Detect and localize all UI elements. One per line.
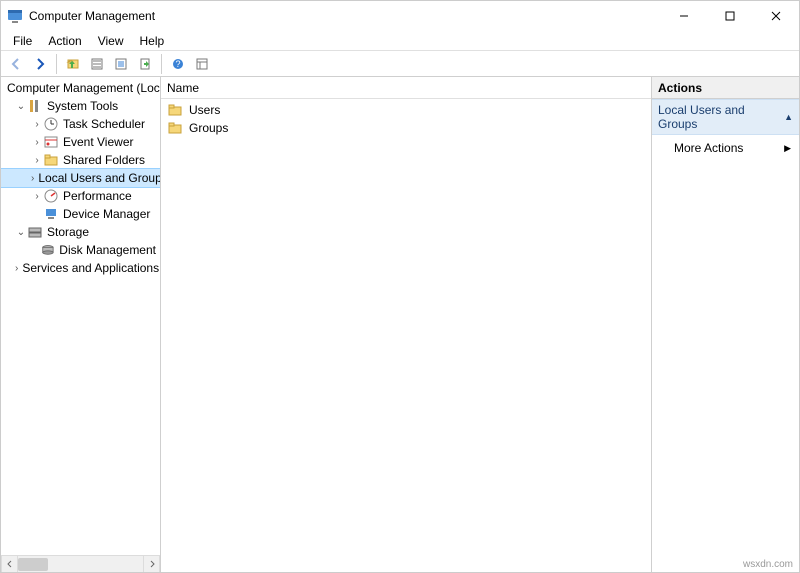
- disk-management-icon: [41, 242, 55, 258]
- system-tools-icon: [27, 98, 43, 114]
- tree-system-tools[interactable]: ⌄ System Tools: [1, 97, 160, 115]
- tree-label: Event Viewer: [63, 135, 133, 149]
- tree-label: Shared Folders: [63, 153, 145, 167]
- toolbar-separator: [56, 54, 57, 74]
- list-item-groups[interactable]: Groups: [161, 119, 651, 137]
- tree-event-viewer[interactable]: › Event Viewer: [1, 133, 160, 151]
- tree-device-manager[interactable]: Device Manager: [1, 205, 160, 223]
- menu-file[interactable]: File: [5, 32, 40, 50]
- toolbar-help-button[interactable]: ?: [167, 53, 189, 75]
- chevron-right-icon: ›: [31, 119, 43, 130]
- tree-label: Computer Management (Local: [7, 81, 160, 95]
- actions-item-label: More Actions: [674, 141, 743, 155]
- tree-local-users-groups[interactable]: › Local Users and Groups: [1, 169, 160, 187]
- list-header-name[interactable]: Name: [161, 77, 651, 99]
- toolbar-properties-button[interactable]: [86, 53, 108, 75]
- chevron-right-icon: ›: [15, 263, 18, 274]
- tree-panel: Computer Management (Local ⌄ System Tool…: [1, 77, 161, 572]
- tree-label: Device Manager: [63, 207, 150, 221]
- toolbar-forward-button[interactable]: [29, 53, 51, 75]
- titlebar: Computer Management: [1, 1, 799, 31]
- actions-panel: Actions Local Users and Groups ▲ More Ac…: [652, 77, 799, 572]
- device-manager-icon: [43, 206, 59, 222]
- minimize-button[interactable]: [661, 1, 707, 31]
- scroll-track[interactable]: [18, 556, 143, 573]
- tree-scroll-area[interactable]: Computer Management (Local ⌄ System Tool…: [1, 77, 160, 555]
- chevron-right-icon: ›: [31, 191, 43, 202]
- toolbar-export-button[interactable]: [134, 53, 156, 75]
- tree-label: Services and Applications: [22, 261, 159, 275]
- menubar: File Action View Help: [1, 31, 799, 51]
- tree-label: Disk Management: [59, 243, 156, 257]
- main-area: Computer Management (Local ⌄ System Tool…: [1, 77, 799, 572]
- tree-storage[interactable]: ⌄ Storage: [1, 223, 160, 241]
- event-viewer-icon: [43, 134, 59, 150]
- collapse-up-icon: ▲: [784, 112, 793, 122]
- tree-label: Local Users and Groups: [38, 171, 160, 185]
- storage-icon: [27, 224, 43, 240]
- actions-title: Actions: [658, 81, 702, 95]
- list-panel: Name Users Groups: [161, 77, 652, 572]
- window-title: Computer Management: [29, 9, 155, 23]
- tree-label: Storage: [47, 225, 89, 239]
- list-item-label: Groups: [189, 121, 228, 135]
- menu-help[interactable]: Help: [132, 32, 173, 50]
- actions-more-actions[interactable]: More Actions ▶: [652, 135, 799, 161]
- tree-performance[interactable]: › Performance: [1, 187, 160, 205]
- tree-shared-folders[interactable]: › Shared Folders: [1, 151, 160, 169]
- tree-root[interactable]: Computer Management (Local: [1, 79, 160, 97]
- scroll-left-button[interactable]: [1, 556, 18, 573]
- tree-horizontal-scrollbar[interactable]: [1, 555, 160, 572]
- toolbar-back-button[interactable]: [5, 53, 27, 75]
- maximize-button[interactable]: [707, 1, 753, 31]
- toolbar-separator: [161, 54, 162, 74]
- tree-label: System Tools: [47, 99, 118, 113]
- list-body[interactable]: Users Groups: [161, 99, 651, 572]
- tree-label: Task Scheduler: [63, 117, 145, 131]
- performance-icon: [43, 188, 59, 204]
- tree-services-apps[interactable]: › Services and Applications: [1, 259, 160, 277]
- column-header-label: Name: [167, 81, 199, 95]
- scroll-right-button[interactable]: [143, 556, 160, 573]
- chevron-down-icon: ⌄: [15, 227, 27, 238]
- toolbar-up-button[interactable]: [62, 53, 84, 75]
- chevron-right-icon: ▶: [784, 143, 791, 154]
- scroll-thumb[interactable]: [18, 558, 48, 571]
- svg-text:?: ?: [175, 59, 180, 69]
- menu-view[interactable]: View: [90, 32, 132, 50]
- folder-icon: [167, 102, 183, 118]
- toolbar-details-button[interactable]: [191, 53, 213, 75]
- close-button[interactable]: [753, 1, 799, 31]
- tree-label: Performance: [63, 189, 132, 203]
- chevron-down-icon: ⌄: [15, 101, 27, 112]
- menu-action[interactable]: Action: [40, 32, 89, 50]
- tree-task-scheduler[interactable]: › Task Scheduler: [1, 115, 160, 133]
- chevron-right-icon: ›: [31, 137, 43, 148]
- app-icon: [7, 8, 23, 24]
- toolbar: ?: [1, 51, 799, 77]
- shared-folders-icon: [43, 152, 59, 168]
- chevron-right-icon: ›: [31, 173, 34, 184]
- chevron-right-icon: ›: [31, 155, 43, 166]
- actions-header: Actions: [652, 77, 799, 99]
- folder-icon: [167, 120, 183, 136]
- toolbar-refresh-button[interactable]: [110, 53, 132, 75]
- watermark-text: wsxdn.com: [743, 559, 793, 570]
- tree-disk-management[interactable]: Disk Management: [1, 241, 160, 259]
- actions-group-header[interactable]: Local Users and Groups ▲: [652, 99, 799, 135]
- list-item-label: Users: [189, 103, 220, 117]
- list-item-users[interactable]: Users: [161, 101, 651, 119]
- task-scheduler-icon: [43, 116, 59, 132]
- actions-group-label: Local Users and Groups: [658, 103, 784, 131]
